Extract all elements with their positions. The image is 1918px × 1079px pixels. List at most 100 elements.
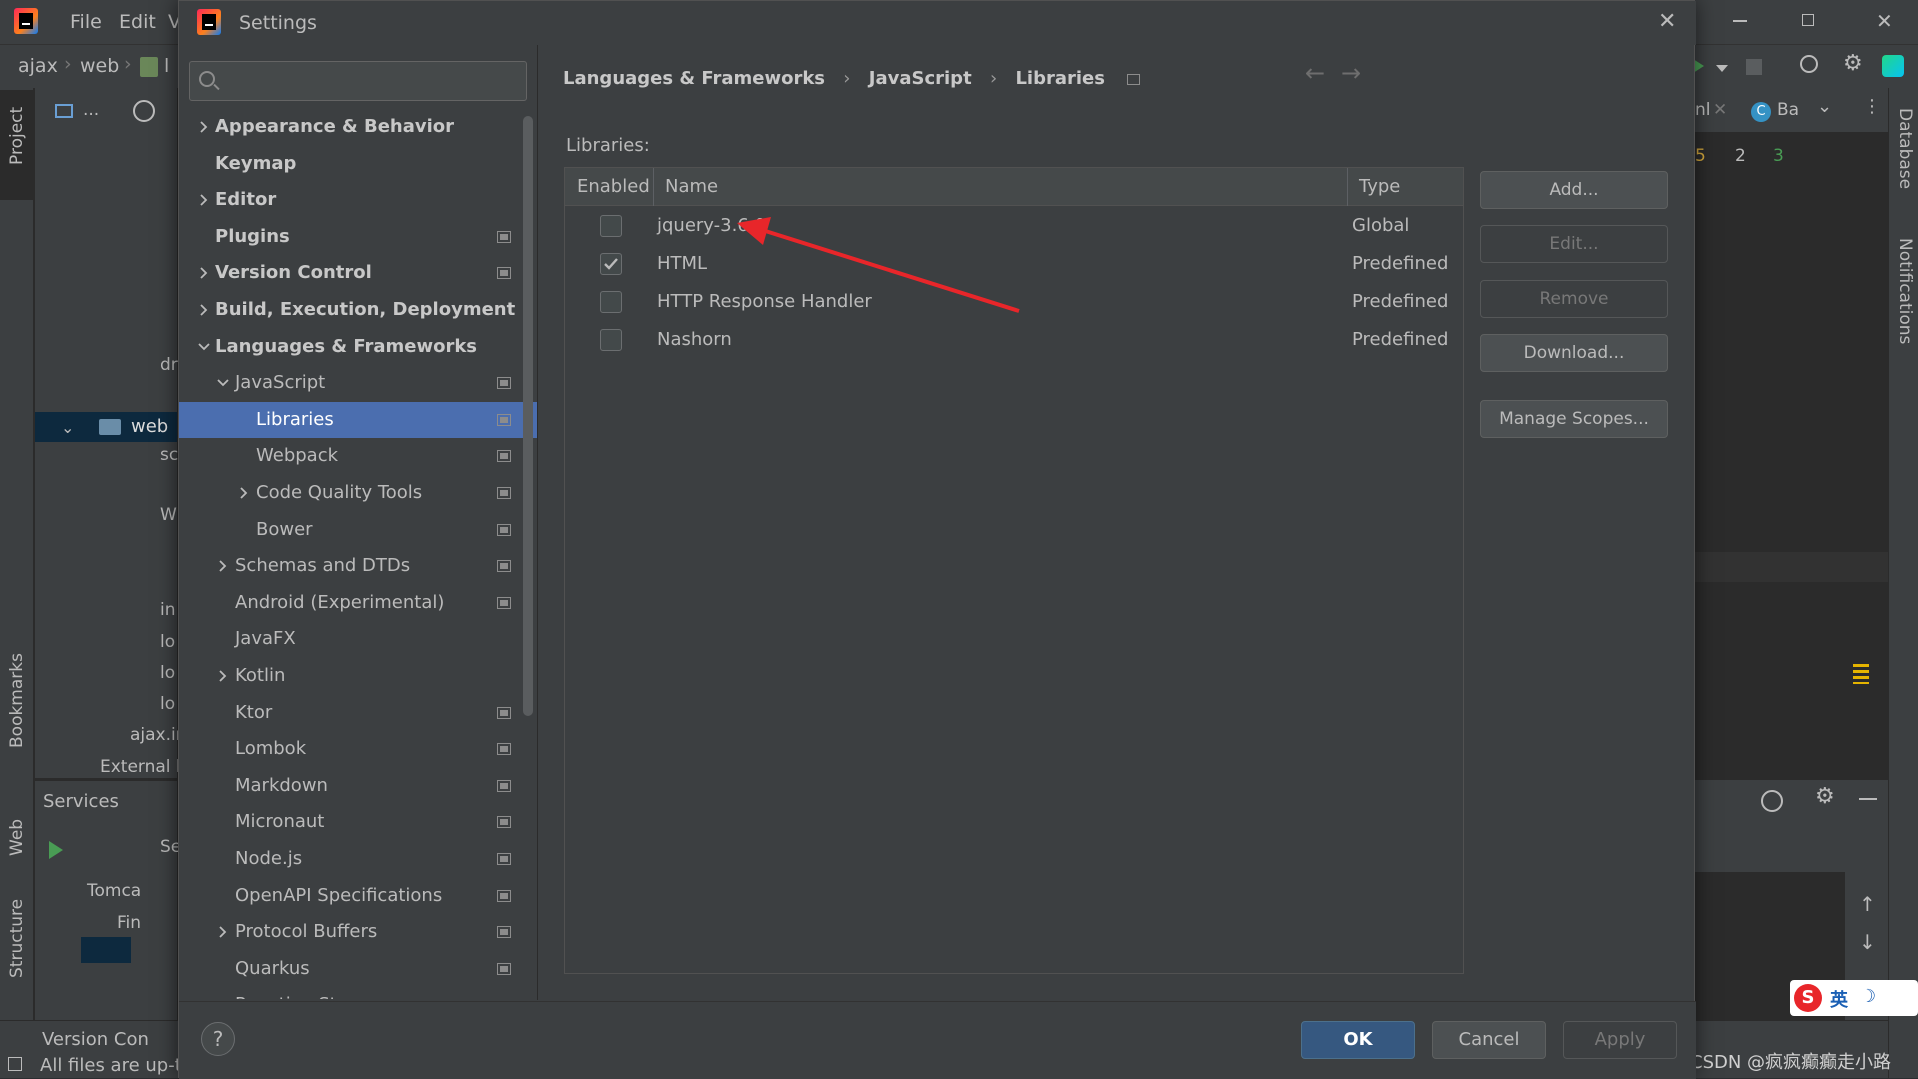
ime-toolbar[interactable]: S 英 ☽ [1790, 980, 1918, 1016]
dropdown-icon[interactable] [1716, 65, 1728, 72]
tree-row-lo1[interactable]: lo [160, 632, 175, 652]
nav-project[interactable]: ajax [18, 55, 58, 77]
tree-row-sc[interactable]: sc [160, 445, 178, 465]
scroll-up-icon[interactable]: ↑ [1859, 892, 1876, 916]
chevron-right-icon[interactable] [197, 120, 211, 134]
settings-tree-item-libraries[interactable]: Libraries [179, 401, 537, 438]
add-button[interactable]: Add... [1480, 171, 1668, 209]
settings-tree-item-keymap[interactable]: Keymap [179, 146, 537, 182]
chevron-right-icon[interactable] [197, 266, 211, 280]
services-tomcat[interactable]: Tomca [87, 881, 141, 901]
settings-tree-item-openapi-specifications[interactable]: OpenAPI Specifications [179, 878, 537, 914]
tree-row-selected[interactable]: ⌄ web [35, 412, 177, 442]
settings-tree-item-micronaut[interactable]: Micronaut [179, 804, 537, 840]
editor-area[interactable]: 5 2 3 [1695, 132, 1888, 780]
chevron-right-icon[interactable] [197, 193, 211, 207]
tree-row-ajax-iml[interactable]: ajax.ir [130, 725, 183, 745]
nav-folder[interactable]: web [80, 55, 119, 77]
settings-tree-item-languages-frameworks[interactable]: Languages & Frameworks [179, 329, 537, 365]
settings-tree-item-schemas-and-dtds[interactable]: Schemas and DTDs [179, 548, 537, 584]
settings-tree-item-markdown[interactable]: Markdown [179, 768, 537, 804]
version-control-tab[interactable]: Version Con [42, 1029, 149, 1050]
database-tool-tab[interactable]: Database [1895, 108, 1915, 189]
ide-settings-icon[interactable]: ⚙ [1843, 51, 1863, 76]
breadcrumb-item[interactable]: JavaScript [869, 68, 972, 89]
settings-tree-item-node-js[interactable]: Node.js [179, 841, 537, 877]
settings-tree-item-android-experimental[interactable]: Android (Experimental) [179, 585, 537, 621]
col-enabled[interactable]: Enabled [577, 176, 650, 197]
breadcrumb-item[interactable]: Languages & Frameworks [563, 68, 825, 89]
services-item-fin[interactable]: Fin [117, 913, 141, 933]
moon-icon[interactable]: ☽ [1860, 986, 1876, 1007]
ide-close-icon[interactable]: ✕ [1876, 9, 1893, 33]
chevron-right-icon[interactable] [197, 303, 211, 317]
apply-button[interactable]: Apply [1563, 1021, 1677, 1059]
chevron-right-icon[interactable] [216, 669, 230, 683]
weak-warnings-count[interactable]: 2 [1735, 146, 1746, 166]
tree-row-in[interactable]: in [160, 600, 176, 620]
project-tool-tab[interactable]: Project [7, 107, 27, 165]
settings-tree-item-appearance-behavior[interactable]: Appearance & Behavior [179, 109, 537, 145]
services-selected-row[interactable] [81, 937, 131, 963]
nav-file[interactable]: l [164, 55, 169, 77]
settings-tree-item-kotlin[interactable]: Kotlin [179, 658, 537, 694]
settings-tree-item-bower[interactable]: Bower [179, 512, 537, 548]
panel-settings-icon[interactable]: ⚙ [1815, 784, 1835, 809]
settings-search-input[interactable] [189, 61, 527, 101]
settings-tree-item-javafx[interactable]: JavaFX [179, 621, 537, 657]
warnings-count[interactable]: 5 [1695, 146, 1706, 166]
back-icon[interactable]: ← [1305, 59, 1325, 87]
settings-tree-item-quarkus[interactable]: Quarkus [179, 951, 537, 987]
settings-tree-item-plugins[interactable]: Plugins [179, 219, 537, 255]
menu-edit[interactable]: Edit [119, 11, 156, 33]
enabled-checkbox[interactable] [600, 329, 622, 351]
editor-tab-left[interactable]: nl [1695, 100, 1711, 120]
editor-tab-ba[interactable]: Ba [1777, 100, 1799, 120]
locate-icon[interactable] [133, 100, 155, 122]
enabled-checkbox[interactable] [600, 215, 622, 237]
settings-tree-item-webpack[interactable]: Webpack [179, 438, 537, 474]
settings-tree-item-editor[interactable]: Editor [179, 182, 537, 218]
ok-count[interactable]: 3 [1773, 146, 1784, 166]
forward-icon[interactable]: → [1341, 59, 1361, 87]
restore-icon[interactable] [1802, 14, 1814, 26]
project-tab-active[interactable]: Project [0, 90, 34, 200]
chevron-right-icon[interactable] [216, 559, 230, 573]
chevron-right-icon[interactable] [237, 486, 251, 500]
tree-row-external[interactable]: External l [100, 757, 181, 777]
project-view-icon[interactable] [55, 104, 73, 118]
web-tool-tab[interactable]: Web [7, 819, 27, 856]
tree-row-web[interactable]: web [131, 416, 168, 437]
chevron-down-icon[interactable] [216, 376, 230, 390]
settings-tree-item-javascript[interactable]: JavaScript [179, 365, 537, 401]
cancel-button[interactable]: Cancel [1432, 1021, 1546, 1059]
settings-tree-item-code-quality-tools[interactable]: Code Quality Tools [179, 475, 537, 511]
chevron-right-icon[interactable] [216, 925, 230, 939]
scroll-down-icon[interactable]: ↓ [1859, 930, 1876, 954]
tree-scrollbar[interactable] [523, 116, 533, 716]
ime-lang[interactable]: 英 [1830, 986, 1848, 1012]
enabled-checkbox-checked[interactable] [600, 253, 622, 275]
more-icon[interactable]: ⋮ [1863, 96, 1881, 117]
bookmarks-tool-tab[interactable]: Bookmarks [7, 653, 27, 748]
chevron-down-icon[interactable] [197, 340, 211, 354]
menu-file[interactable]: File [70, 11, 102, 33]
search-everywhere-icon[interactable] [1800, 55, 1818, 73]
minimize-icon[interactable] [1733, 20, 1747, 22]
enabled-checkbox[interactable] [600, 291, 622, 313]
settings-tree-item-ktor[interactable]: Ktor [179, 695, 537, 731]
download-button[interactable]: Download... [1480, 334, 1668, 372]
tree-row-lo2[interactable]: lo [160, 663, 175, 683]
structure-tool-tab[interactable]: Structure [7, 899, 27, 978]
manage-scopes-button[interactable]: Manage Scopes... [1480, 400, 1668, 438]
help-button[interactable]: ? [201, 1022, 235, 1056]
table-row[interactable]: Nashorn Predefined [565, 321, 1463, 359]
tree-row-w[interactable]: W [160, 505, 177, 525]
remove-button[interactable]: Remove [1480, 280, 1668, 318]
settings-tree-item-build-execution-deployment[interactable]: Build, Execution, Deployment [179, 292, 537, 328]
tabs-dropdown-icon[interactable]: ⌄ [1817, 96, 1832, 117]
settings-tree-item-lombok[interactable]: Lombok [179, 731, 537, 767]
panel-minimize-icon[interactable] [1859, 798, 1877, 800]
notifications-tool-tab[interactable]: Notifications [1895, 238, 1915, 344]
jetbrains-toolbox-icon[interactable] [1882, 55, 1904, 77]
